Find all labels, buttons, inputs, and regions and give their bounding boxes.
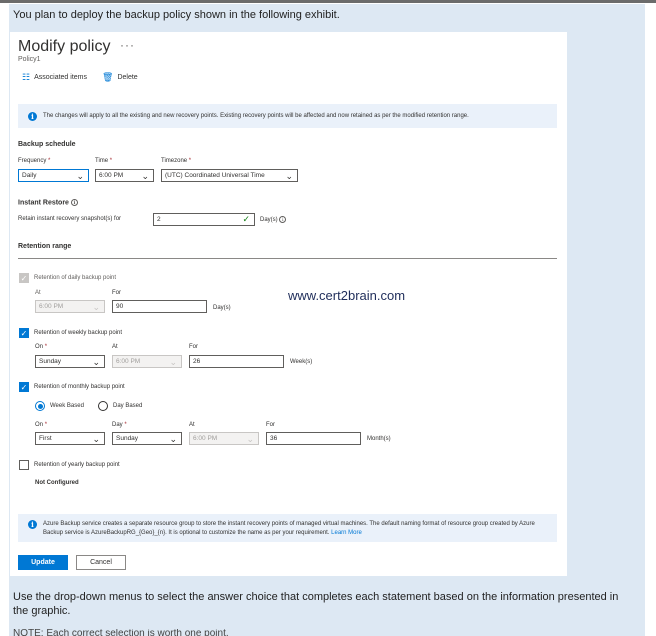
info-banner: i The changes will apply to all the exis… [18, 104, 557, 128]
monthly-at-label: At [189, 422, 195, 428]
resource-group-info-text: Azure Backup service creates a separate … [43, 521, 535, 536]
chevron-down-icon: ⌄ [246, 434, 254, 444]
time-dropdown[interactable]: 6:00 PM ⌄ [95, 169, 154, 182]
frequency-label: Frequency * [18, 158, 51, 164]
weekly-unit: Week(s) [290, 359, 313, 365]
monthly-at-dropdown[interactable]: 6:00 PM ⌄ [189, 432, 259, 445]
monthly-retention-label: Retention of monthly backup point [34, 384, 125, 390]
monthly-day-dropdown[interactable]: Sunday ⌄ [112, 432, 182, 445]
note-text: NOTE: Each correct selection is worth on… [13, 629, 229, 636]
weekly-at-dropdown[interactable]: 6:00 PM ⌄ [112, 355, 182, 368]
retention-range-heading: Retention range [18, 243, 72, 250]
top-border [0, 0, 656, 3]
daily-for-input[interactable]: 90 [112, 300, 207, 313]
info-banner-text: The changes will apply to all the existi… [43, 113, 469, 119]
question-text: You plan to deploy the backup policy sho… [13, 9, 340, 21]
chevron-down-icon: ⌄ [76, 171, 84, 181]
frequency-dropdown[interactable]: Daily ⌄ [18, 169, 89, 182]
daily-for-label: For [112, 290, 121, 296]
checkmark-icon: ✓ [242, 214, 250, 224]
modify-policy-blade: Modify policy ··· Policy1 ☷ Associated i… [10, 32, 567, 576]
info-icon[interactable]: i [70, 199, 78, 206]
cancel-button[interactable]: Cancel [76, 555, 126, 570]
update-button[interactable]: Update [18, 555, 68, 570]
monthly-day-label: Day * [112, 422, 127, 428]
info-icon: i [28, 111, 37, 121]
timezone-label: Timezone * [161, 158, 192, 164]
time-label: Time * [95, 158, 113, 164]
week-based-label: Week Based [50, 403, 84, 409]
monthly-on-dropdown[interactable]: First ⌄ [35, 432, 105, 445]
weekly-for-label: For [189, 344, 198, 350]
chevron-down-icon: ⌄ [169, 357, 177, 367]
weekly-retention-label: Retention of weekly backup point [34, 330, 123, 336]
blade-subtitle: Policy1 [18, 56, 41, 63]
yearly-retention-checkbox[interactable] [19, 460, 29, 470]
list-icon: ☷ [22, 72, 31, 82]
info-icon: i [28, 520, 37, 529]
chevron-down-icon: ⌄ [141, 171, 149, 181]
instruction-text: Use the drop-down menus to select the an… [13, 591, 619, 617]
weekly-at-label: At [112, 344, 118, 350]
more-options-icon[interactable]: ··· [120, 38, 135, 52]
yearly-status: Not Configured [35, 480, 79, 486]
associated-items-button[interactable]: ☷ Associated items [22, 72, 87, 83]
delete-button[interactable]: 🗑 Delete [102, 72, 138, 83]
daily-at-label: At [35, 290, 41, 296]
watermark: www.cert2brain.com [288, 288, 406, 303]
weekly-on-dropdown[interactable]: Sunday ⌄ [35, 355, 105, 368]
weekly-on-label: On * [35, 344, 48, 350]
chevron-down-icon: ⌄ [285, 171, 293, 181]
instant-restore-heading: Instant Restore i [18, 199, 78, 206]
associated-items-label: Associated items [34, 74, 87, 81]
weekly-retention-checkbox[interactable]: ✓ [19, 328, 29, 338]
monthly-for-input[interactable]: 36 [266, 432, 361, 445]
day-based-label: Day Based [113, 403, 143, 409]
divider [18, 258, 557, 259]
retain-snapshot-input[interactable]: 2 ✓ [153, 213, 255, 226]
retain-snapshot-label: Retain instant recovery snapshot(s) for [18, 216, 122, 222]
retain-snapshot-unit: Day(s) i [260, 216, 287, 223]
chevron-down-icon: ⌄ [92, 302, 100, 312]
learn-more-link[interactable]: Learn More [331, 530, 362, 536]
monthly-on-label: On * [35, 422, 48, 428]
delete-label: Delete [117, 74, 138, 81]
chevron-down-icon: ⌄ [92, 434, 100, 444]
blade-title: Modify policy [18, 38, 111, 55]
trash-icon: 🗑 [102, 72, 114, 82]
timezone-dropdown[interactable]: (UTC) Coordinated Universal Time ⌄ [161, 169, 298, 182]
weekly-for-input[interactable]: 26 [189, 355, 284, 368]
daily-retention-checkbox[interactable]: ✓ [19, 273, 29, 283]
chevron-down-icon: ⌄ [92, 357, 100, 367]
chevron-down-icon: ⌄ [169, 434, 177, 444]
daily-unit: Day(s) [213, 305, 231, 311]
info-icon[interactable]: i [279, 216, 287, 223]
monthly-retention-checkbox[interactable]: ✓ [19, 382, 29, 392]
daily-retention-label: Retention of daily backup point [34, 275, 117, 281]
day-based-radio[interactable] [98, 401, 108, 411]
monthly-unit: Month(s) [367, 436, 391, 442]
resource-group-info-banner: i Azure Backup service creates a separat… [18, 514, 557, 542]
week-based-radio[interactable] [35, 401, 45, 411]
monthly-for-label: For [266, 422, 275, 428]
yearly-retention-label: Retention of yearly backup point [34, 462, 120, 468]
daily-at-dropdown[interactable]: 6:00 PM ⌄ [35, 300, 105, 313]
backup-schedule-heading: Backup schedule [18, 141, 76, 148]
